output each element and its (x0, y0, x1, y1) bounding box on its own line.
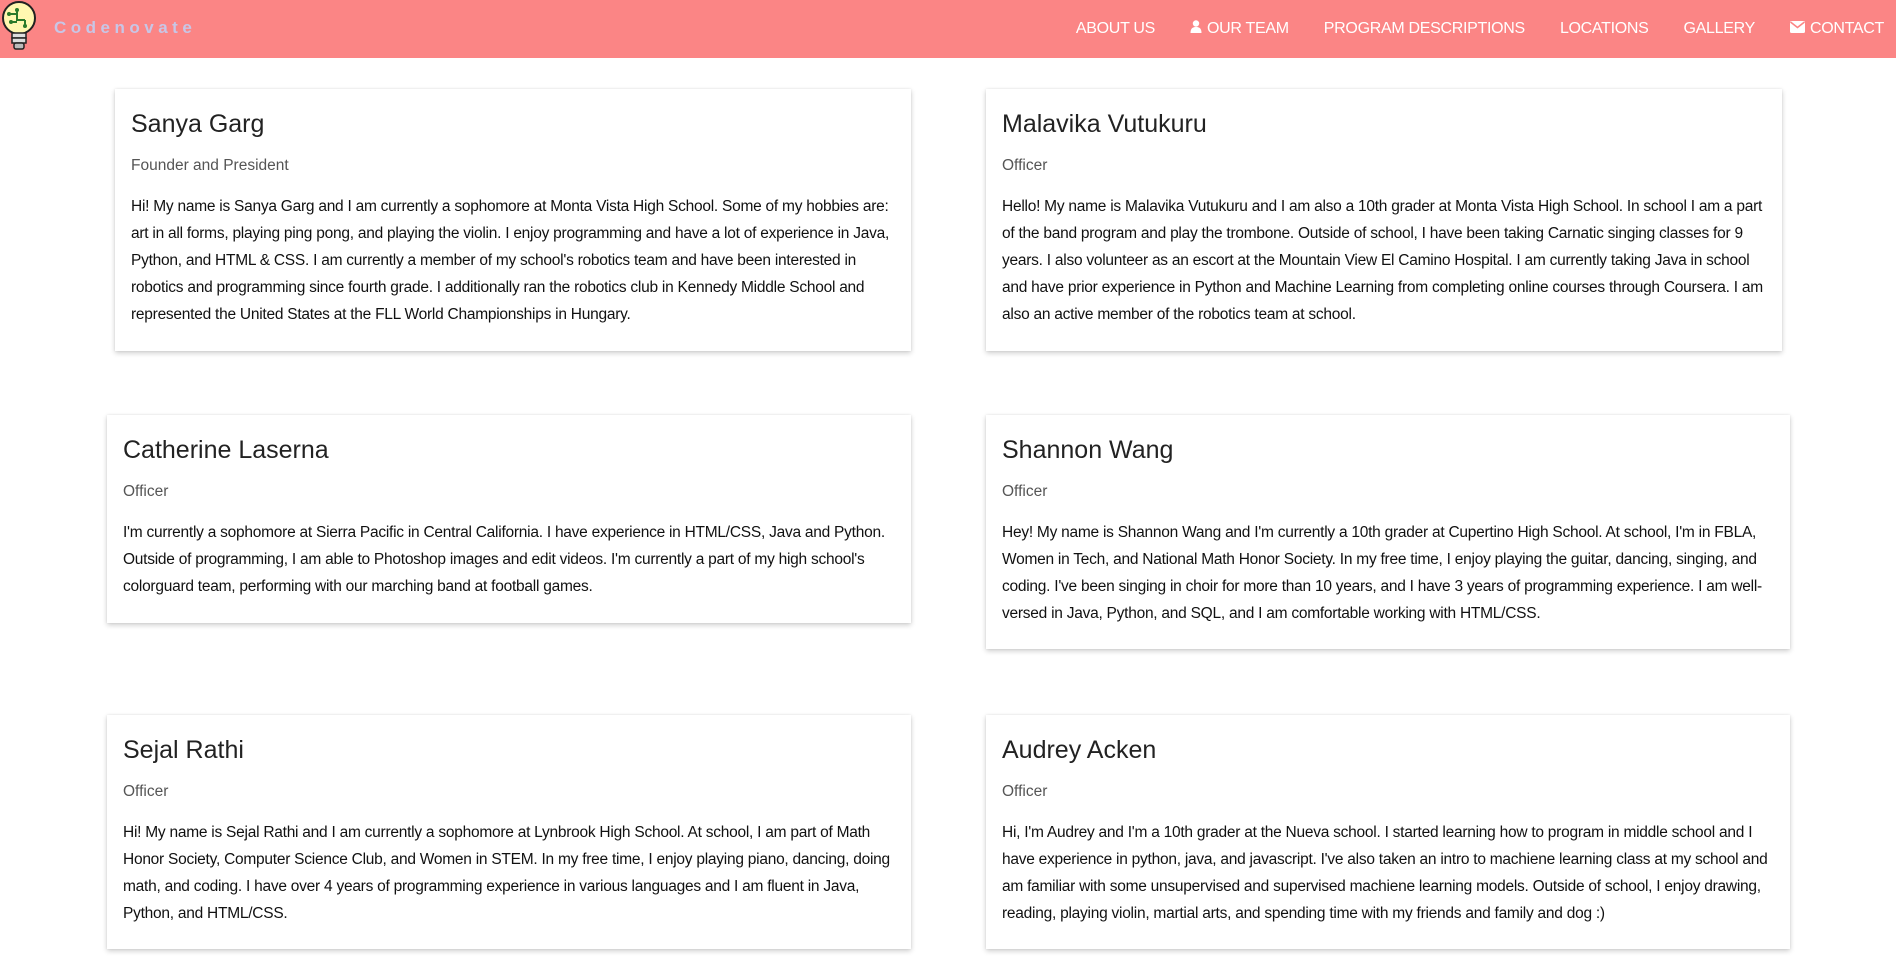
nav-contact[interactable]: CONTACT (1789, 20, 1884, 38)
member-bio: Hi! My name is Sanya Garg and I am curre… (131, 198, 890, 323)
member-bio: Hi, I'm Audrey and I'm a 10th grader at … (1002, 824, 1768, 922)
member-name: Catherine Laserna (123, 436, 329, 464)
team-card: Malavika Vutukuru Officer Hello! My name… (986, 89, 1782, 351)
lightbulb-circuit-icon[interactable] (0, 0, 40, 54)
nav-label: CONTACT (1809, 20, 1884, 37)
member-bio: Hey! My name is Shannon Wang and I'm cur… (1002, 524, 1762, 622)
envelope-icon (1789, 20, 1805, 38)
member-name: Sanya Garg (131, 110, 265, 138)
team-card: Audrey Acken Officer Hi, I'm Audrey and … (986, 715, 1790, 949)
member-role: Officer (123, 783, 169, 800)
navbar: Codenovate ABOUT US OUR TEAM PROGRAM DES… (0, 0, 1896, 58)
brand-name[interactable]: Codenovate (54, 18, 196, 38)
nav-label: PROGRAM DESCRIPTIONS (1323, 20, 1525, 37)
team-card: Sejal Rathi Officer Hi! My name is Sejal… (107, 715, 911, 949)
member-name: Sejal Rathi (123, 736, 244, 764)
member-bio: Hello! My name is Malavika Vutukuru and … (1002, 198, 1763, 323)
nav-gallery[interactable]: GALLERY (1683, 20, 1756, 38)
member-role: Officer (1002, 483, 1048, 500)
team-card: Catherine Laserna Officer I'm currently … (107, 415, 911, 623)
member-role: Officer (123, 483, 169, 500)
member-name: Audrey Acken (1002, 736, 1157, 764)
nav-label: GALLERY (1683, 20, 1756, 37)
nav-our-team[interactable]: OUR TEAM (1190, 20, 1289, 38)
nav-label: OUR TEAM (1207, 20, 1289, 37)
team-card: Shannon Wang Officer Hey! My name is Sha… (986, 415, 1790, 649)
member-role: Officer (1002, 783, 1048, 800)
member-bio: I'm currently a sophomore at Sierra Paci… (123, 524, 885, 595)
nav-label: LOCATIONS (1559, 20, 1649, 37)
member-name: Malavika Vutukuru (1002, 110, 1207, 138)
nav-program-descriptions[interactable]: PROGRAM DESCRIPTIONS (1324, 20, 1525, 38)
member-bio: Hi! My name is Sejal Rathi and I am curr… (123, 824, 890, 922)
nav-label: ABOUT US (1075, 20, 1156, 37)
member-name: Shannon Wang (1002, 436, 1174, 464)
nav-locations[interactable]: LOCATIONS (1560, 20, 1649, 38)
nav-menu: ABOUT US OUR TEAM PROGRAM DESCRIPTIONS L… (1041, 0, 1884, 58)
member-role: Founder and President (131, 157, 289, 174)
team-card: Sanya Garg Founder and President Hi! My … (115, 89, 911, 351)
user-icon (1190, 20, 1202, 38)
nav-about-us[interactable]: ABOUT US (1076, 20, 1155, 38)
member-role: Officer (1002, 157, 1048, 174)
